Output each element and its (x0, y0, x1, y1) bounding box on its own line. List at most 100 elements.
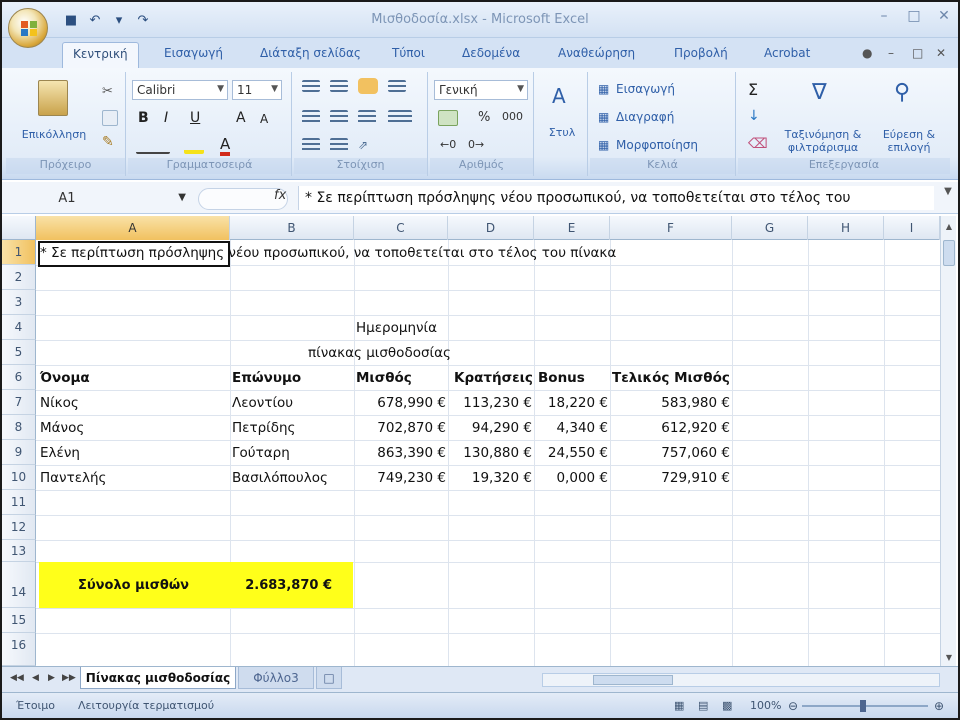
font-color-icon[interactable]: A (220, 136, 231, 156)
office-button[interactable] (8, 8, 48, 48)
employee-name[interactable]: Νίκος (40, 391, 79, 416)
header-salary[interactable]: Μισθός (356, 366, 412, 391)
employee-bonus[interactable]: 4,340 € (534, 416, 608, 441)
row-header-2[interactable]: 2 (2, 265, 36, 290)
format-painter-icon[interactable]: ✎ (102, 134, 118, 150)
align-top-icon[interactable] (302, 80, 320, 92)
page-break-view-icon[interactable]: ▩ (722, 699, 732, 712)
row-header-5[interactable]: 5 (2, 340, 36, 365)
underline-icon[interactable]: U (190, 110, 200, 126)
autosum-icon[interactable]: Σ (748, 80, 758, 99)
employee-name[interactable]: Μάνος (40, 416, 84, 441)
row-header-4[interactable]: 4 (2, 315, 36, 340)
align-right-icon[interactable] (358, 110, 376, 124)
scroll-up-icon[interactable]: ▲ (943, 222, 955, 231)
tab-home[interactable]: Κεντρική (62, 42, 139, 69)
row-header-12[interactable]: 12 (2, 515, 36, 540)
header-deductions[interactable]: Κρατήσεις (454, 366, 533, 391)
worksheet-grid[interactable]: A B C D E F G H I 1 2 3 4 5 6 7 8 9 10 1… (2, 216, 940, 666)
name-box[interactable]: A1 ▼ (12, 188, 192, 210)
decrease-indent-icon[interactable] (302, 138, 320, 152)
minimize-icon[interactable]: – (876, 8, 892, 24)
row-header-10[interactable]: 10 (2, 465, 36, 490)
row-header-16[interactable]: 16 (2, 633, 36, 666)
cell-b5-table-title[interactable]: πίνακας μισθοδοσίας (308, 341, 451, 366)
decrease-decimal-icon[interactable]: 0→ (468, 138, 484, 151)
header-name[interactable]: Όνομα (40, 366, 90, 391)
column-header-a[interactable]: A (36, 216, 230, 240)
header-bonus[interactable]: Bonus (538, 366, 585, 391)
fill-icon[interactable]: ↓ (748, 108, 760, 124)
expand-formula-bar-icon[interactable]: ▼ (940, 186, 956, 210)
italic-icon[interactable]: I (164, 110, 168, 126)
row-header-7[interactable]: 7 (2, 390, 36, 415)
number-format-select[interactable]: Γενική ▼ (434, 80, 528, 100)
ribbon-close-icon[interactable]: ✕ (936, 46, 946, 60)
employee-final[interactable]: 757,060 € (610, 441, 730, 466)
increase-decimal-icon[interactable]: ←0 (440, 138, 456, 151)
prev-sheet-icon[interactable]: ◀ (32, 673, 39, 683)
row-header-9[interactable]: 9 (2, 440, 36, 465)
text-angle-icon[interactable]: ⇗ (358, 138, 382, 152)
fill-color-icon[interactable] (184, 138, 204, 154)
employee-salary[interactable]: 678,990 € (354, 391, 446, 416)
employee-salary[interactable]: 702,870 € (354, 416, 446, 441)
find-select-button[interactable]: Εύρεση & επιλογή (872, 128, 946, 154)
maximize-icon[interactable]: □ (906, 8, 922, 24)
shrink-font-icon[interactable]: A (260, 112, 268, 126)
insert-sheet-icon[interactable]: □ (316, 667, 342, 689)
row-header-13[interactable]: 13 (2, 540, 36, 562)
zoom-level[interactable]: 100% (750, 699, 781, 712)
column-header-f[interactable]: F (610, 216, 732, 240)
column-header-h[interactable]: H (808, 216, 884, 240)
row-header-6[interactable]: 6 (2, 365, 36, 390)
zoom-slider[interactable] (802, 700, 928, 712)
employee-surname[interactable]: Λεοντίου (232, 391, 293, 416)
first-sheet-icon[interactable]: ◀◀ (10, 673, 24, 683)
scroll-thumb[interactable] (943, 240, 955, 266)
orientation-icon[interactable] (358, 78, 378, 94)
align-middle-icon[interactable] (330, 80, 348, 92)
tab-review[interactable]: Αναθεώρηση (558, 46, 635, 60)
vertical-scrollbar[interactable]: ▲ ▼ (940, 216, 956, 666)
employee-deductions[interactable]: 130,880 € (448, 441, 532, 466)
row-header-8[interactable]: 8 (2, 415, 36, 440)
row-header-3[interactable]: 3 (2, 290, 36, 315)
paste-button[interactable]: Επικόλληση (14, 128, 94, 141)
tab-formulas[interactable]: Τύποι (392, 46, 425, 60)
borders-icon[interactable] (136, 138, 170, 154)
close-icon[interactable]: ✕ (936, 8, 952, 24)
sheet-tab-payroll[interactable]: Πίνακας μισθοδοσίας (80, 667, 236, 689)
header-final-salary[interactable]: Τελικός Μισθός (612, 366, 730, 391)
employee-deductions[interactable]: 113,230 € (448, 391, 532, 416)
align-center-icon[interactable] (330, 110, 348, 124)
header-surname[interactable]: Επώνυμο (232, 366, 301, 391)
column-header-b[interactable]: B (230, 216, 354, 240)
zoom-in-icon[interactable]: ⊕ (934, 699, 944, 713)
row-header-1[interactable]: 1 (2, 240, 36, 265)
comma-style-icon[interactable]: 000 (502, 110, 523, 123)
increase-indent-icon[interactable] (330, 138, 348, 152)
tab-view[interactable]: Προβολή (674, 46, 728, 60)
sort-filter-button[interactable]: Ταξινόμηση & φιλτράρισμα (778, 128, 868, 154)
page-layout-view-icon[interactable]: ▤ (698, 699, 708, 712)
column-header-c[interactable]: C (354, 216, 448, 240)
employee-name[interactable]: Παντελής (40, 466, 107, 491)
employee-deductions[interactable]: 94,290 € (448, 416, 532, 441)
tab-acrobat[interactable]: Acrobat (764, 46, 810, 60)
next-sheet-icon[interactable]: ▶ (48, 673, 55, 683)
employee-surname[interactable]: Βασιλόπουλος (232, 466, 328, 491)
bold-icon[interactable]: B (138, 110, 149, 126)
percent-icon[interactable]: % (478, 110, 490, 125)
ribbon-minimize-icon[interactable]: – (888, 46, 894, 60)
horizontal-scrollbar[interactable] (542, 673, 940, 687)
employee-final[interactable]: 583,980 € (610, 391, 730, 416)
cell-c4-date-label[interactable]: Ημερομηνία (356, 316, 437, 341)
zoom-slider-knob[interactable] (860, 700, 866, 712)
employee-bonus[interactable]: 18,220 € (534, 391, 608, 416)
cell-a1-note[interactable]: * Σε περίπτωση πρόσληψης νέου προσωπικού… (40, 241, 616, 266)
employee-deductions[interactable]: 19,320 € (448, 466, 532, 491)
row-header-11[interactable]: 11 (2, 490, 36, 515)
employee-name[interactable]: Ελένη (40, 441, 80, 466)
employee-final[interactable]: 729,910 € (610, 466, 730, 491)
